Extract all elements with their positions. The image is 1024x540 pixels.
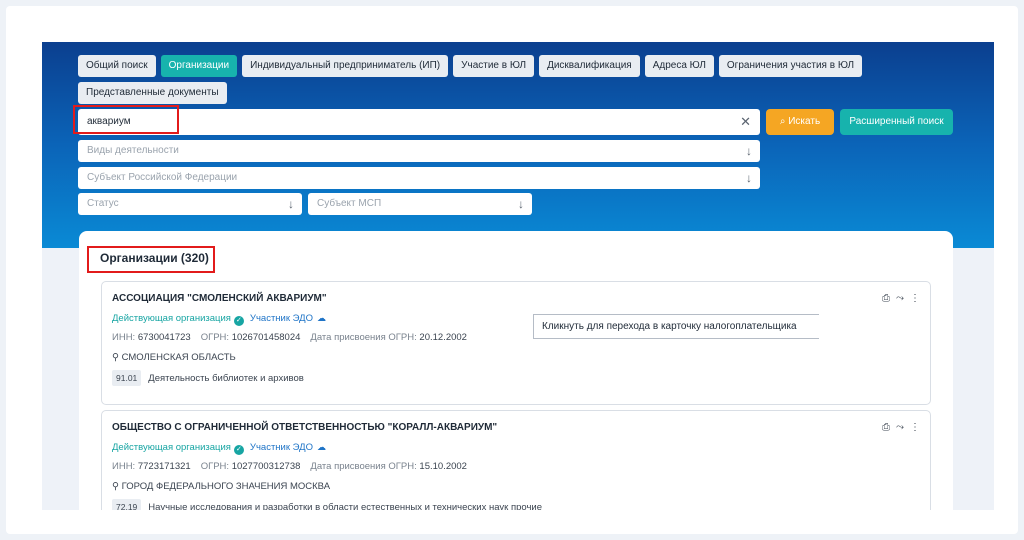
status-line: Действующая организация ✓ Участник ЭДО ☁ [112, 442, 326, 455]
msp-select-placeholder: Субъект МСП [317, 198, 382, 209]
activity-select[interactable]: Виды деятельности ↓ [78, 140, 760, 162]
okved-text: Научные исследования и разработки в обла… [148, 502, 542, 510]
edo-text: Участник ЭДО [249, 313, 313, 324]
tab-addresses[interactable]: Адреса ЮЛ [644, 55, 714, 77]
ogrn-label: ОГРН: [200, 461, 230, 472]
result-card[interactable]: ОБЩЕСТВО С ОГРАНИЧЕННОЙ ОТВЕТСТВЕННОСТЬЮ… [101, 410, 931, 510]
heading-highlight-box [87, 246, 215, 273]
find-button[interactable]: ⌕ Искать [766, 109, 834, 135]
ogrn-date-label: Дата присвоения ОГРН: [310, 332, 417, 343]
arrow-down-icon: ↓ [746, 144, 752, 158]
card-tooltip: Кликнуть для перехода в карточку налогоп… [533, 314, 819, 339]
ogrn-date-label: Дата присвоения ОГРН: [310, 461, 417, 472]
find-button-label: Искать [788, 116, 821, 127]
okved-text: Деятельность библиотек и архивов [148, 373, 304, 384]
region-text: СМОЛЕНСКАЯ ОБЛАСТЬ [121, 352, 236, 363]
tab-individual-entrepreneur[interactable]: Индивидуальный предприниматель (ИП) [242, 55, 449, 77]
ogrn-date-value: 20.12.2002 [419, 332, 467, 343]
okved-line: 72.19 Научные исследования и разработки в… [112, 499, 542, 510]
location-icon: ⚲ [112, 352, 119, 363]
ogrn-label: ОГРН: [200, 332, 230, 343]
cloud-icon: ☁ [316, 442, 326, 452]
search-input[interactable]: аквариум ✕ [78, 109, 760, 135]
organization-name[interactable]: АССОЦИАЦИЯ "СМОЛЕНСКИЙ АКВАРИУМ" [112, 293, 327, 304]
search-header: Общий поиск Организации Индивидуальный п… [42, 42, 994, 248]
identifiers-line: ИНН: 7723171321 ОГРН: 1027700312738 Дата п… [112, 461, 467, 472]
tab-restrictions[interactable]: Ограничения участия в ЮЛ [718, 55, 863, 77]
region-select-placeholder: Субъект Российской Федерации [87, 172, 238, 183]
connections-icon[interactable]: ⤳ [896, 422, 904, 433]
clear-icon[interactable]: ✕ [740, 109, 751, 135]
ogrn-value: 1027700312738 [231, 461, 301, 472]
card-actions: ⎙ ⤳ ⋮ [876, 293, 920, 304]
more-icon[interactable]: ⋮ [910, 422, 920, 433]
inn-value: 7723171321 [137, 461, 191, 472]
screenshot-frame: Общий поиск Организации Индивидуальный п… [6, 6, 1018, 534]
status-select[interactable]: Статус ↓ [78, 193, 302, 215]
region-line: ⚲ ГОРОД ФЕДЕРАЛЬНОГО ЗНАЧЕНИЯ МОСКВА [112, 481, 330, 492]
region-text: ГОРОД ФЕДЕРАЛЬНОГО ЗНАЧЕНИЯ МОСКВА [121, 481, 331, 492]
ogrn-date-value: 15.10.2002 [419, 461, 467, 472]
check-icon: ✓ [233, 445, 244, 455]
inn-value: 6730041723 [137, 332, 191, 343]
tab-submitted-documents[interactable]: Представленные документы [78, 82, 227, 104]
okved-code: 72.19 [112, 499, 142, 510]
status-select-placeholder: Статус [87, 198, 119, 209]
msp-select[interactable]: Субъект МСП ↓ [308, 193, 532, 215]
okved-code: 91.01 [112, 370, 142, 386]
connections-icon[interactable]: ⤳ [896, 293, 904, 304]
tab-organizations[interactable]: Организации [160, 55, 238, 77]
more-icon[interactable]: ⋮ [910, 293, 920, 304]
status-text: Действующая организация [112, 442, 231, 453]
result-card[interactable]: АССОЦИАЦИЯ "СМОЛЕНСКИЙ АКВАРИУМ" Действу… [101, 281, 931, 405]
activity-select-placeholder: Виды деятельности [87, 145, 179, 156]
region-select[interactable]: Субъект Российской Федерации ↓ [78, 167, 760, 189]
okved-line: 91.01 Деятельность библиотек и архивов [112, 370, 304, 386]
tab-disqualification[interactable]: Дисквалификация [539, 55, 640, 77]
print-icon[interactable]: ⎙ [882, 422, 890, 433]
search-highlight-box [73, 105, 179, 134]
location-icon: ⚲ [112, 481, 119, 492]
arrow-down-icon: ↓ [746, 171, 752, 185]
search-tabs: Общий поиск Организации Индивидуальный п… [78, 55, 958, 104]
print-icon[interactable]: ⎙ [882, 293, 890, 304]
inn-label: ИНН: [112, 461, 136, 472]
identifiers-line: ИНН: 6730041723 ОГРН: 1026701458024 Дата п… [112, 332, 467, 343]
edo-text: Участник ЭДО [249, 442, 313, 453]
ogrn-value: 1026701458024 [231, 332, 301, 343]
search-icon: ⌕ [779, 116, 786, 127]
cloud-icon: ☁ [316, 313, 326, 323]
card-actions: ⎙ ⤳ ⋮ [876, 422, 920, 433]
arrow-down-icon: ↓ [288, 197, 294, 211]
tab-participation[interactable]: Участие в ЮЛ [453, 55, 535, 77]
tab-general-search[interactable]: Общий поиск [78, 55, 156, 77]
arrow-down-icon: ↓ [518, 197, 524, 211]
status-text: Действующая организация [112, 313, 231, 324]
app-window: Общий поиск Организации Индивидуальный п… [42, 42, 994, 510]
region-line: ⚲ СМОЛЕНСКАЯ ОБЛАСТЬ [112, 352, 236, 363]
organization-name[interactable]: ОБЩЕСТВО С ОГРАНИЧЕННОЙ ОТВЕТСТВЕННОСТЬЮ… [112, 422, 497, 433]
inn-label: ИНН: [112, 332, 136, 343]
advanced-search-button[interactable]: Расширенный поиск [840, 109, 953, 135]
check-icon: ✓ [233, 316, 244, 326]
status-line: Действующая организация ✓ Участник ЭДО ☁ [112, 313, 326, 326]
